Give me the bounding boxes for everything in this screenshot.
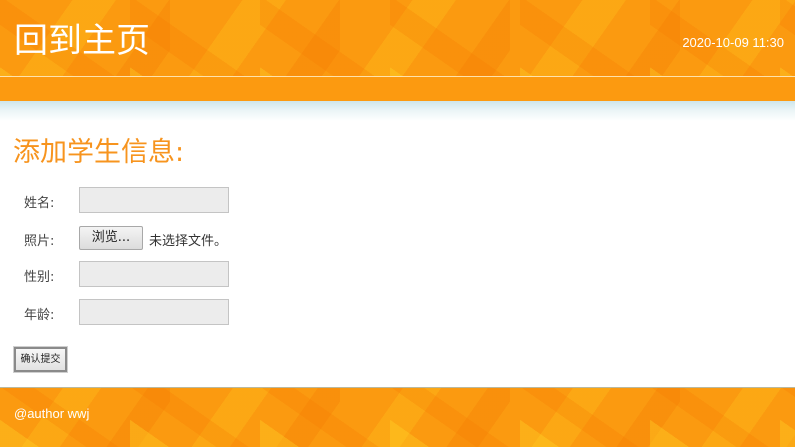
header-banner: 回到主页 2020-10-09 11:30 <box>0 0 795 102</box>
age-label: 年龄: <box>24 308 55 323</box>
photo-label: 照片: <box>24 234 55 249</box>
name-input[interactable] <box>79 187 229 213</box>
gender-label: 性别: <box>24 270 55 285</box>
gender-input[interactable] <box>79 261 229 287</box>
header-shadow <box>0 101 795 121</box>
page: 回到主页 2020-10-09 11:30 添加学生信息: 姓名: 照片: 浏览… <box>0 0 795 447</box>
header-datetime: 2020-10-09 11:30 <box>682 35 784 50</box>
browse-file-button[interactable]: 浏览... <box>79 226 143 250</box>
header-band <box>0 77 795 101</box>
age-input[interactable] <box>79 299 229 325</box>
submit-button[interactable]: 确认提交 <box>13 346 68 373</box>
footer: @author wwj <box>0 387 795 447</box>
footer-author: @author wwj <box>14 406 90 421</box>
page-title: 添加学生信息: <box>13 137 185 168</box>
file-status-text: 未选择文件。 <box>149 234 228 249</box>
name-label: 姓名: <box>24 196 55 211</box>
home-link[interactable]: 回到主页 <box>14 17 150 65</box>
footer-divider <box>0 387 795 388</box>
